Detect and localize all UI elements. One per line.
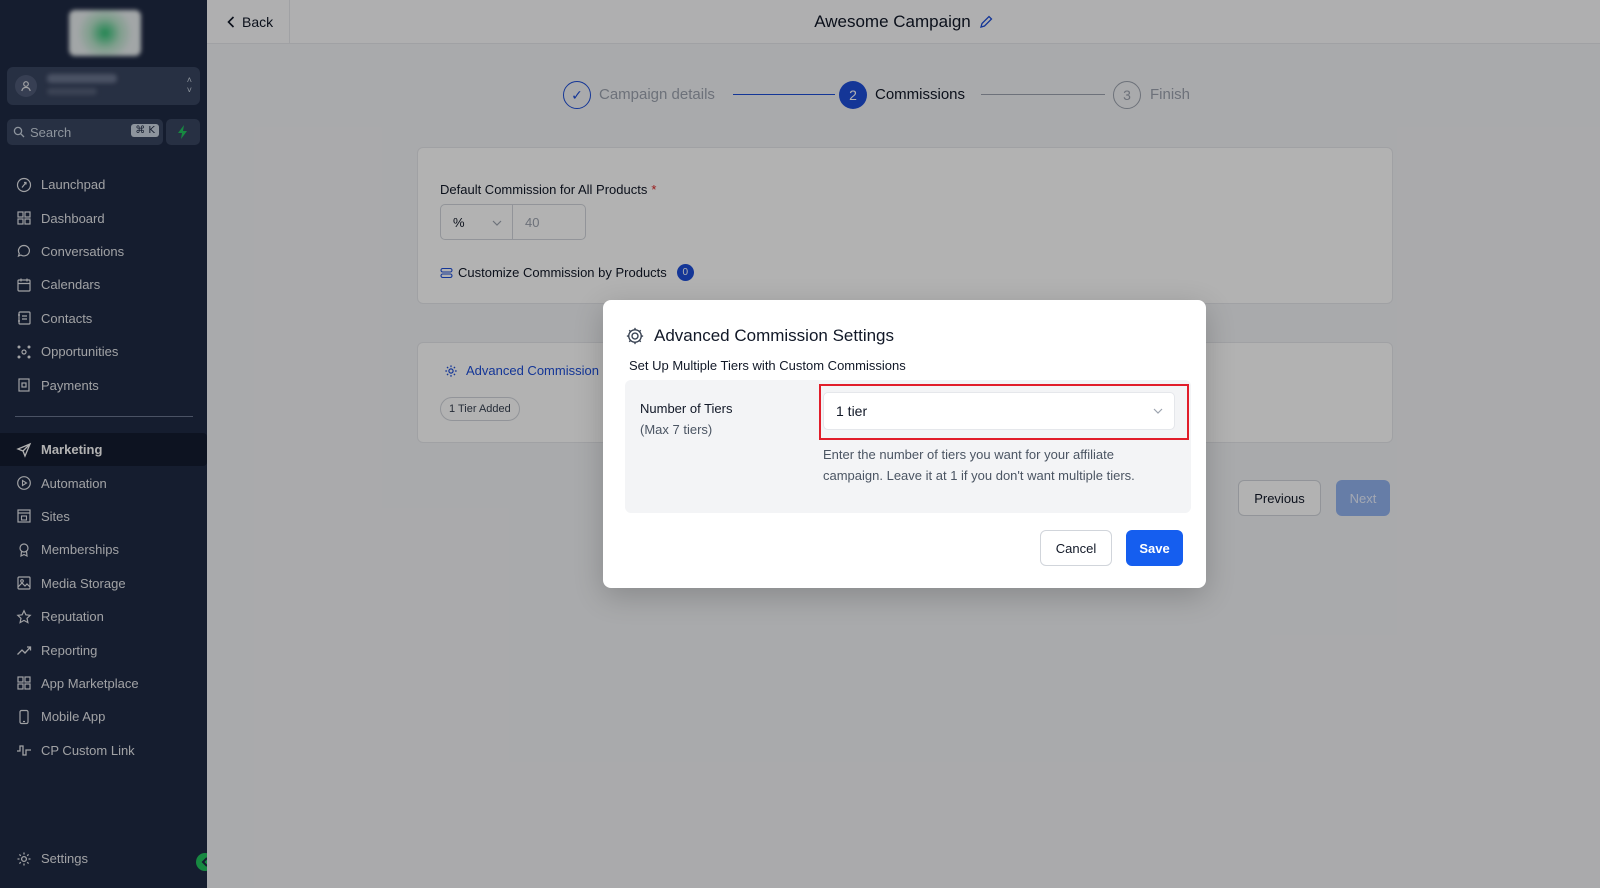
tiers-section: Number of Tiers (Max 7 tiers) 1 tier Ent… <box>625 380 1191 513</box>
gear-icon <box>626 327 644 345</box>
tiers-label: Number of Tiers <box>640 401 733 416</box>
modal-title-row: Advanced Commission Settings <box>625 326 894 346</box>
cancel-button[interactable]: Cancel <box>1040 530 1112 566</box>
modal-title: Advanced Commission Settings <box>654 326 895 345</box>
modal-subtitle: Set Up Multiple Tiers with Custom Commis… <box>629 358 906 373</box>
tiers-hint: (Max 7 tiers) <box>640 422 713 437</box>
tiers-help-text: Enter the number of tiers you want for y… <box>823 447 1135 483</box>
tiers-select[interactable]: 1 tier <box>823 392 1175 430</box>
tiers-selected-value: 1 tier <box>836 403 868 419</box>
advanced-commission-modal: Advanced Commission Settings Set Up Mult… <box>603 300 1206 588</box>
chevron-down-icon <box>1153 408 1163 414</box>
save-button[interactable]: Save <box>1126 530 1183 566</box>
